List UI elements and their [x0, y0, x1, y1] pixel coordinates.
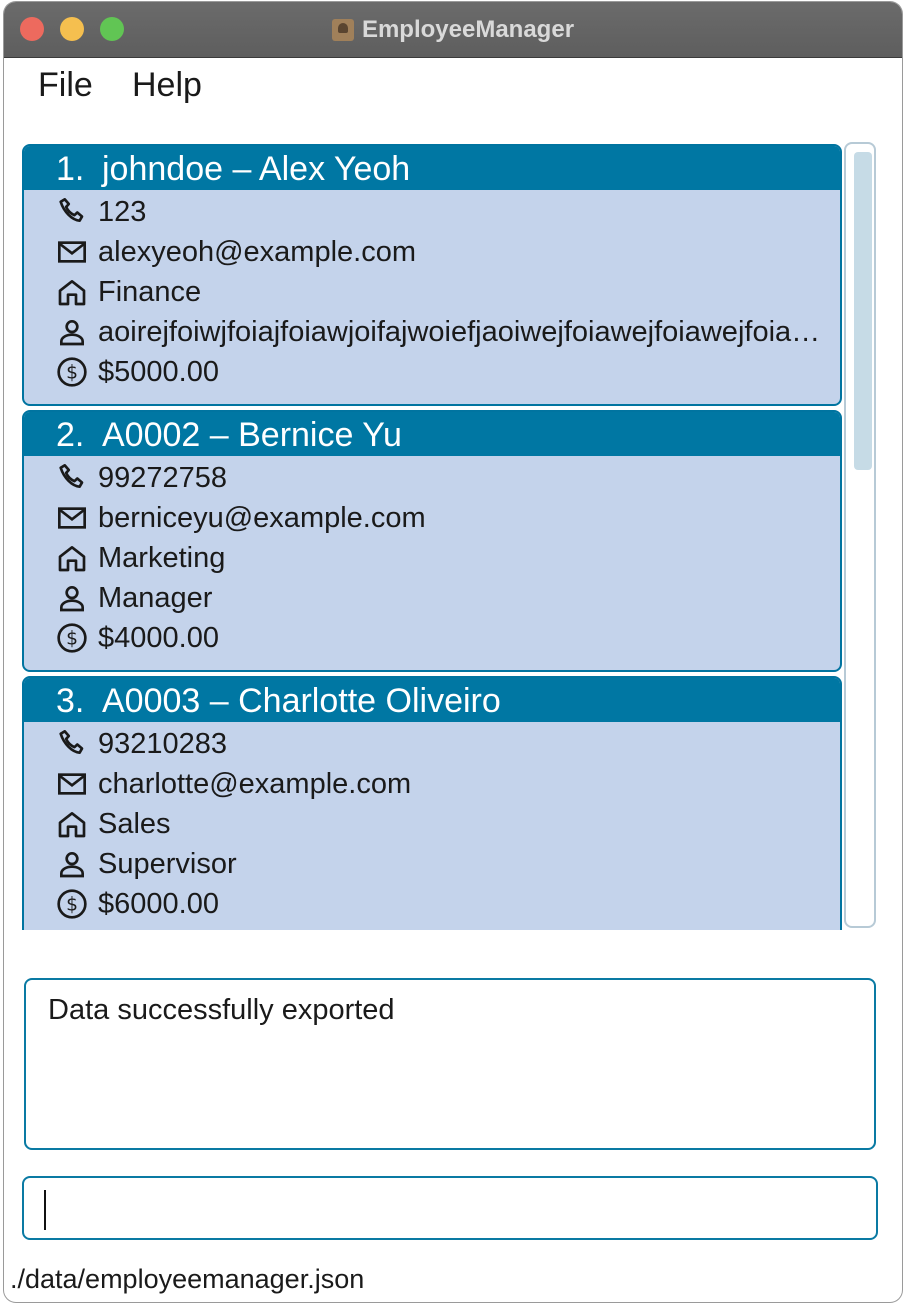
- employee-salary-row: $ $4000.00: [54, 618, 834, 658]
- app-icon: [331, 18, 354, 41]
- phone-icon: [54, 194, 90, 230]
- employee-card-header: 2. A0002 – Bernice Yu: [24, 412, 840, 456]
- employee-card[interactable]: 1. johndoe – Alex Yeoh 123 alexyeoh@exam…: [22, 144, 842, 406]
- employee-salary: $6000.00: [98, 887, 219, 920]
- mail-icon: [54, 234, 90, 270]
- employee-department-row: Sales: [54, 804, 834, 844]
- employee-phone: 123: [98, 195, 147, 228]
- employee-role-row: Supervisor: [54, 844, 834, 884]
- home-icon: [54, 274, 90, 310]
- title-bar: EmployeeManager: [4, 2, 902, 58]
- home-icon: [54, 806, 90, 842]
- home-icon: [54, 540, 90, 576]
- employee-id-name: johndoe – Alex Yeoh: [102, 150, 411, 188]
- employee-salary: $5000.00: [98, 355, 219, 388]
- dollar-icon: $: [54, 354, 90, 390]
- person-icon: [54, 846, 90, 882]
- employee-index: 1.: [56, 150, 85, 188]
- person-icon: [54, 314, 90, 350]
- employee-card-header: 1. johndoe – Alex Yeoh: [24, 146, 840, 190]
- employee-email-row: berniceyu@example.com: [54, 498, 834, 538]
- employee-department: Sales: [98, 807, 171, 840]
- employee-role-row: Manager: [54, 578, 834, 618]
- svg-text:$: $: [66, 363, 78, 384]
- window-title: EmployeeManager: [361, 15, 575, 43]
- employee-phone-row: 123: [54, 192, 834, 232]
- employee-id-name: A0002 – Bernice Yu: [102, 416, 402, 454]
- employee-email: berniceyu@example.com: [98, 501, 426, 534]
- list-scrollbar[interactable]: [844, 142, 876, 928]
- employee-role-row: aoirejfoiwjfoiajfoiawjoifajwoiefjaoiwejf…: [54, 312, 834, 352]
- employee-role: Manager: [98, 581, 213, 614]
- menu-bar: File Help: [4, 56, 902, 118]
- employee-index: 3.: [56, 682, 85, 720]
- employee-department: Marketing: [98, 541, 226, 574]
- phone-icon: [54, 460, 90, 496]
- employee-department-row: Finance: [54, 272, 834, 312]
- result-message: Data successfully exported: [48, 994, 395, 1026]
- employee-email: alexyeoh@example.com: [98, 235, 416, 268]
- employee-card-header: 3. A0003 – Charlotte Oliveiro: [24, 678, 840, 722]
- command-input[interactable]: [22, 1176, 878, 1240]
- employee-index: 2.: [56, 416, 85, 454]
- scrollbar-thumb[interactable]: [854, 152, 872, 470]
- employee-salary: $4000.00: [98, 621, 219, 654]
- employee-list[interactable]: 1. johndoe – Alex Yeoh 123 alexyeoh@exam…: [22, 140, 844, 930]
- status-file-path: ./data/employeemanager.json: [10, 1264, 365, 1294]
- employee-email-row: charlotte@example.com: [54, 764, 834, 804]
- employee-phone-row: 93210283: [54, 724, 834, 764]
- employee-email-row: alexyeoh@example.com: [54, 232, 834, 272]
- employee-card[interactable]: 2. A0002 – Bernice Yu 99272758 berniceyu…: [22, 410, 842, 672]
- svg-text:$: $: [66, 629, 78, 650]
- employee-role: aoirejfoiwjfoiajfoiawjoifajwoiefjaoiwejf…: [98, 315, 834, 348]
- person-icon: [54, 580, 90, 616]
- svg-text:$: $: [66, 895, 78, 916]
- employee-department: Finance: [98, 275, 202, 308]
- mail-icon: [54, 500, 90, 536]
- employee-phone: 93210283: [98, 727, 228, 760]
- text-caret: [44, 1190, 46, 1230]
- menu-file[interactable]: File: [38, 66, 93, 105]
- employee-role: Supervisor: [98, 847, 237, 880]
- employee-phone: 99272758: [98, 461, 228, 494]
- phone-icon: [54, 726, 90, 762]
- menu-help[interactable]: Help: [132, 66, 202, 105]
- employee-department-row: Marketing: [54, 538, 834, 578]
- employee-card[interactable]: 3. A0003 – Charlotte Oliveiro 93210283 c…: [22, 676, 842, 930]
- mail-icon: [54, 766, 90, 802]
- dollar-icon: $: [54, 886, 90, 922]
- employee-email: charlotte@example.com: [98, 767, 412, 800]
- result-display: Data successfully exported: [24, 978, 876, 1150]
- employee-id-name: A0003 – Charlotte Oliveiro: [102, 682, 501, 720]
- dollar-icon: $: [54, 620, 90, 656]
- title-container: EmployeeManager: [4, 2, 902, 57]
- employee-salary-row: $ $5000.00: [54, 352, 834, 392]
- employee-phone-row: 99272758: [54, 458, 834, 498]
- employee-salary-row: $ $6000.00: [54, 884, 834, 924]
